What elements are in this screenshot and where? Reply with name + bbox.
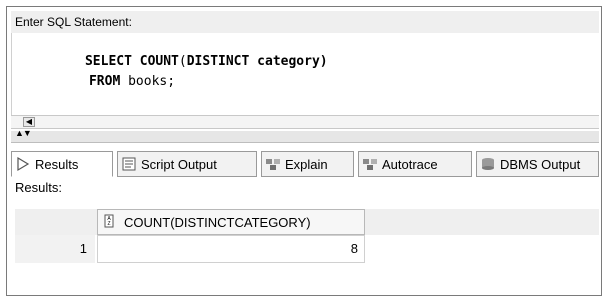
- column-header-label: COUNT(DISTINCTCATEGORY): [124, 214, 311, 230]
- column-header[interactable]: AZ COUNT(DISTINCTCATEGORY): [97, 209, 365, 235]
- sql-text: (: [178, 54, 187, 69]
- explain-icon: [265, 156, 281, 172]
- results-label: Results:: [15, 180, 62, 195]
- sql-keyword: FROM: [88, 74, 121, 89]
- results-grid: AZ COUNT(DISTINCTCATEGORY) 1 8: [15, 195, 599, 291]
- sql-text: category): [249, 54, 328, 69]
- tab-label: Explain: [285, 156, 328, 172]
- table-row[interactable]: 1 8: [15, 235, 599, 263]
- tab-dbms-output[interactable]: DBMS Output: [476, 151, 599, 177]
- tab-explain[interactable]: Explain: [261, 151, 354, 177]
- sql-keyword: DISTINCT: [186, 54, 250, 69]
- tab-label: Script Output: [141, 156, 217, 172]
- cell-value[interactable]: 8: [97, 235, 365, 263]
- sql-editor[interactable]: SELECT COUNT(DISTINCT category) FROM boo…: [11, 33, 599, 123]
- svg-text:Z: Z: [107, 221, 110, 227]
- column-type-icon: AZ: [104, 214, 114, 231]
- sql-prompt-label: Enter SQL Statement:: [11, 11, 599, 33]
- autotrace-icon: [362, 156, 378, 172]
- dbms-output-icon: [480, 156, 496, 172]
- script-output-icon: [121, 156, 137, 172]
- prompt-text: Enter SQL Statement:: [15, 15, 132, 29]
- scroll-left-arrow-icon[interactable]: ◀: [23, 117, 35, 127]
- sql-line-2[interactable]: FROM books;: [42, 59, 175, 104]
- sql-worksheet-window: Enter SQL Statement: SELECT COUNT(DISTIN…: [6, 6, 602, 296]
- tab-script-output[interactable]: Script Output: [117, 151, 257, 177]
- output-tabs: Results Script Output Explain Autotrace …: [11, 151, 599, 177]
- tab-label: Autotrace: [382, 156, 438, 172]
- split-arrows-icon[interactable]: ▲▼: [15, 129, 32, 138]
- sql-text: books;: [120, 74, 176, 89]
- play-icon: [15, 156, 31, 172]
- tab-label: DBMS Output: [500, 156, 581, 172]
- tab-label: Results: [35, 156, 79, 172]
- split-pane-divider[interactable]: ▲▼: [11, 129, 599, 143]
- tab-autotrace[interactable]: Autotrace: [358, 151, 472, 177]
- editor-horizontal-scrollbar[interactable]: ◀: [11, 115, 599, 129]
- tab-results[interactable]: Results: [11, 151, 113, 177]
- row-number: 1: [15, 235, 95, 263]
- grid-header-row: AZ COUNT(DISTINCTCATEGORY): [15, 209, 599, 235]
